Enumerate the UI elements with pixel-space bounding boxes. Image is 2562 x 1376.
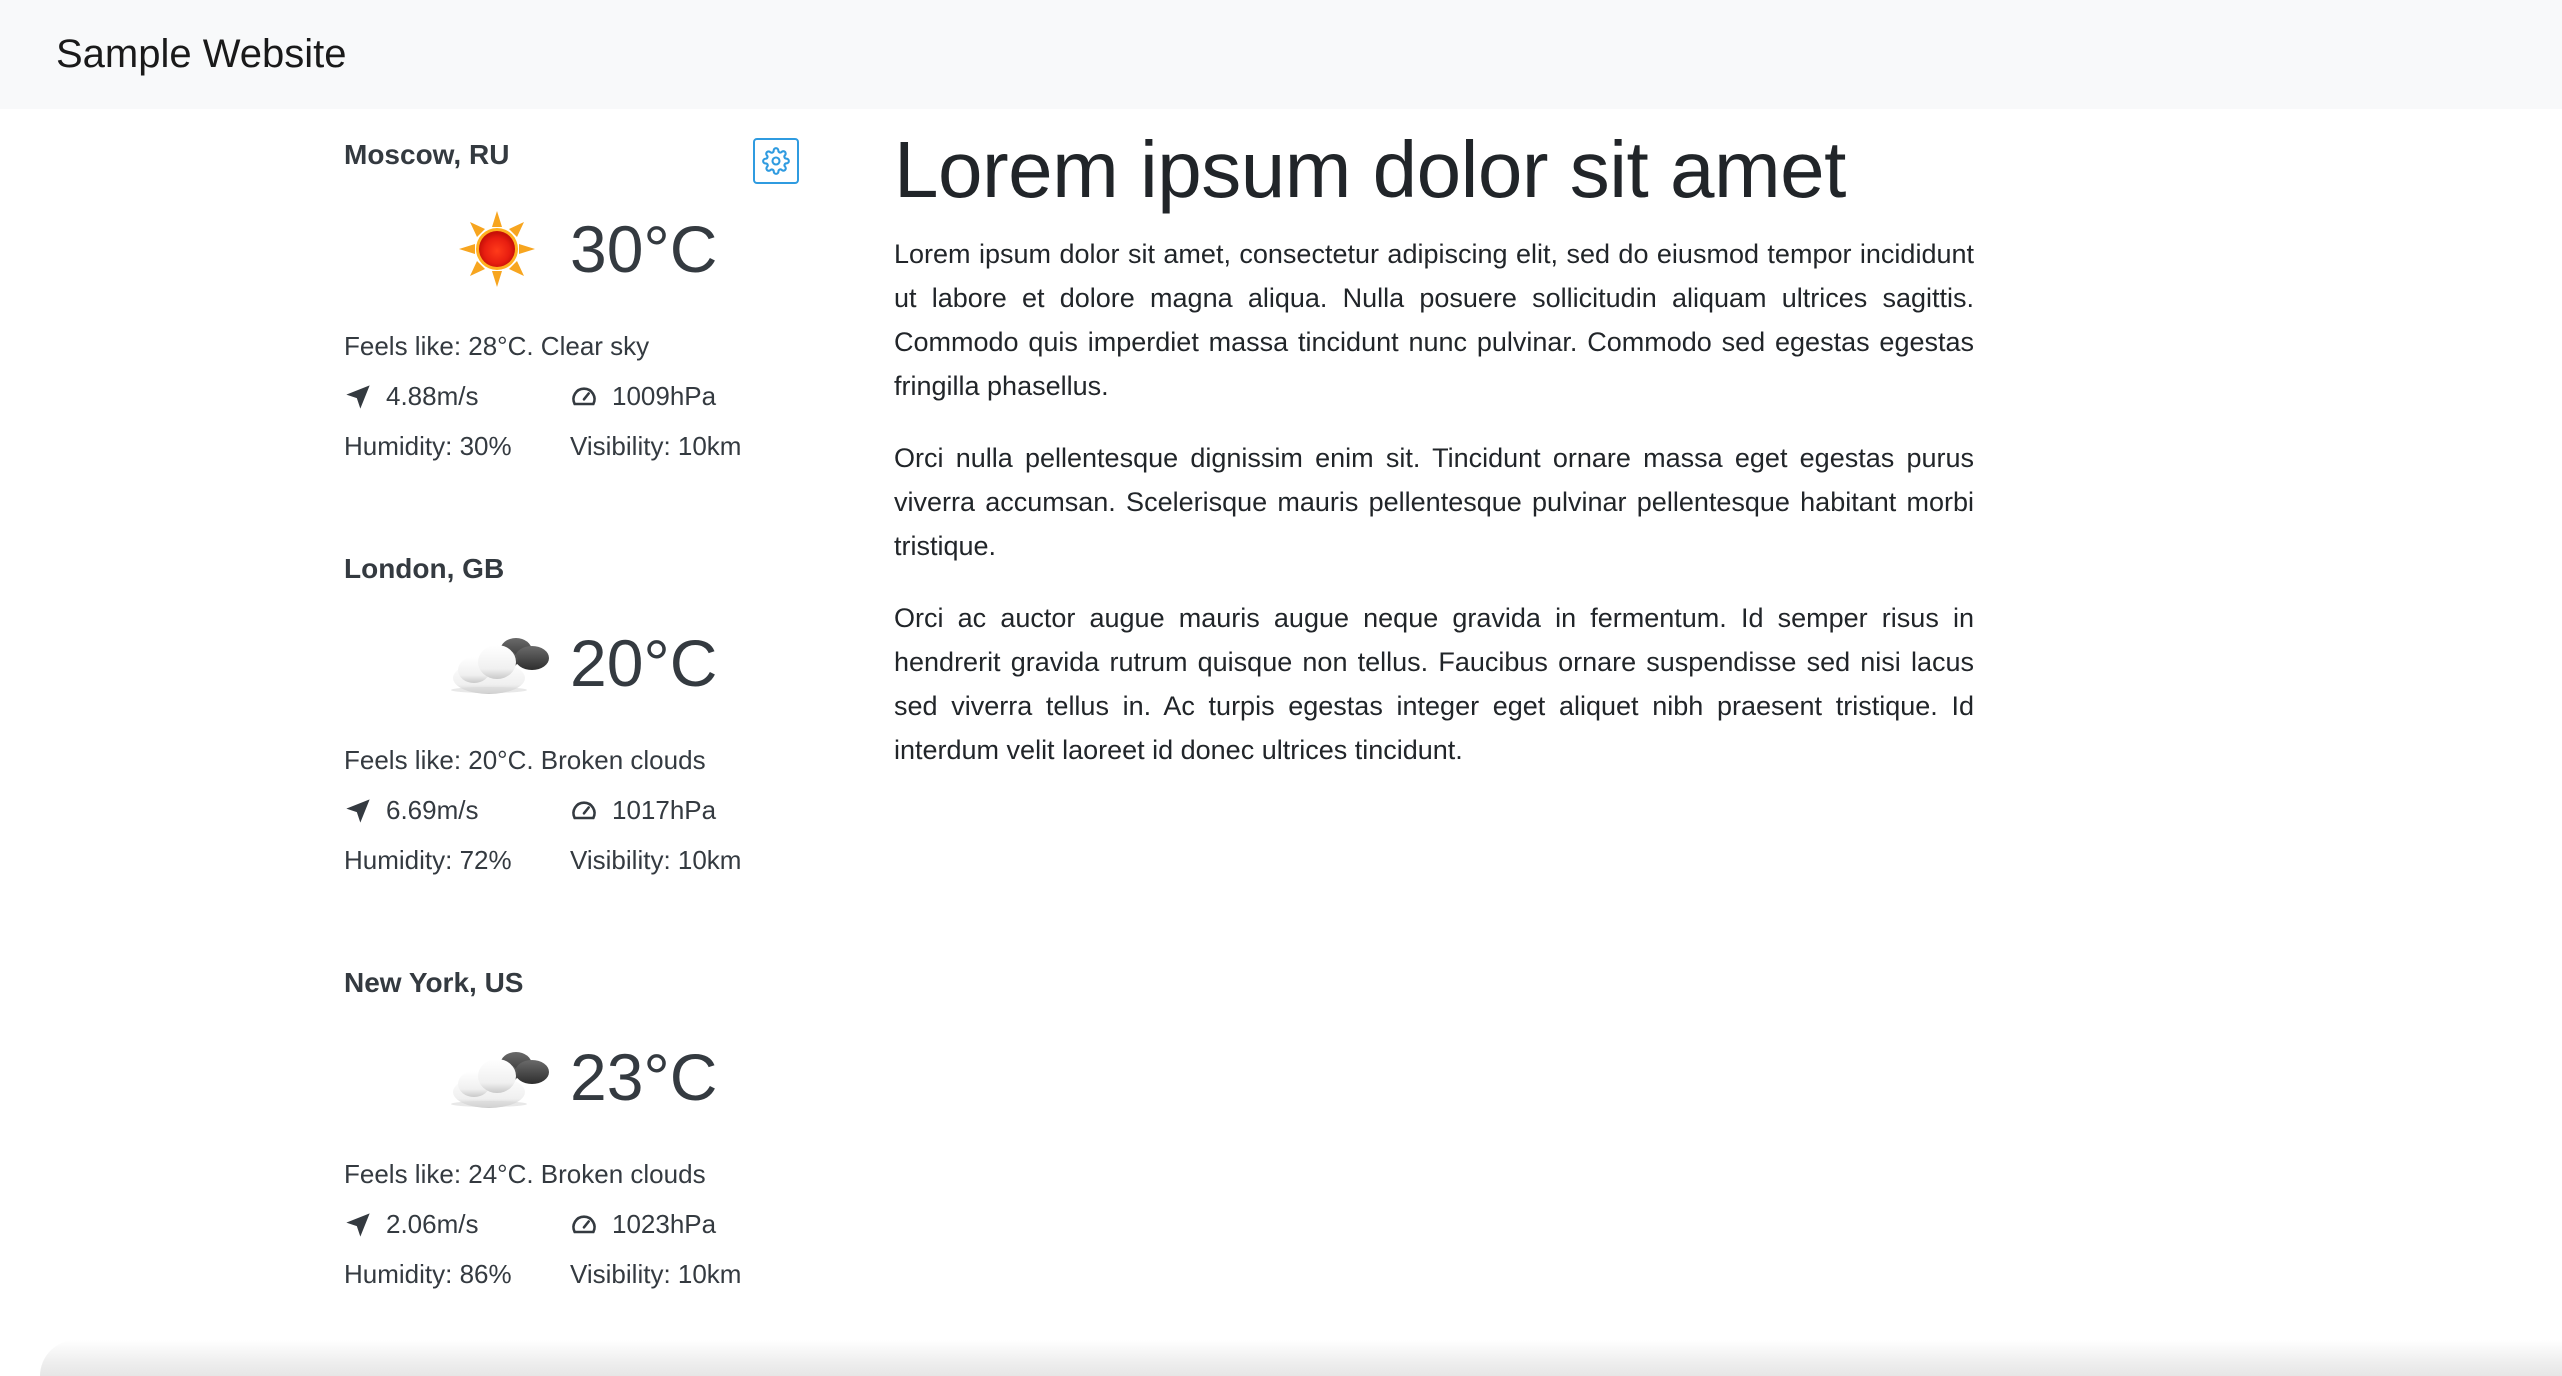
pressure-value: 1009hPa [612,381,717,411]
broken-clouds-icon [451,1052,549,1108]
wind-info: 2.06m/s [344,1209,479,1240]
temperature: 23°C [570,1040,718,1114]
article-paragraph: Lorem ipsum dolor sit amet, consectetur … [894,239,1974,401]
visibility-value: Visibility: 10km [570,845,742,875]
pressure-info: 1017hPa [570,795,716,826]
city-name: London, GB [344,553,505,584]
gauge-icon [572,800,596,819]
feels-like-text: Feels like: 28°C. Clear sky [344,331,650,361]
sun-icon [459,211,535,287]
temperature: 30°C [570,212,718,286]
gauge-icon [572,1214,596,1233]
city-name: New York, US [344,967,524,998]
brand-link[interactable]: Sample Website [56,26,347,82]
humidity-value: Humidity: 72% [344,845,512,875]
broken-clouds-icon [451,638,549,694]
pressure-info: 1023hPa [570,1209,716,1240]
navigation-arrow-icon [346,1212,370,1237]
weather-card: London, GB 20°C Feels like: 20°C. Broken… [344,523,814,903]
wind-speed: 2.06m/s [386,1209,479,1239]
article-paragraph: Orci nulla pellentesque dignissim enim s… [894,443,1974,561]
humidity-value: Humidity: 86% [344,1259,512,1289]
feels-like-text: Feels like: 20°C. Broken clouds [344,745,706,775]
article: Lorem ipsum dolor sit amet Lorem ipsum d… [894,120,1974,800]
navbar: Sample Website [0,0,2562,109]
pressure-value: 1023hPa [612,1209,717,1239]
article-paragraph: Orci ac auctor augue mauris augue neque … [894,603,1974,765]
gear-icon [762,147,790,175]
article-title: Lorem ipsum dolor sit amet [894,125,1846,214]
pressure-info: 1009hPa [570,381,716,412]
wind-info: 6.69m/s [344,795,479,826]
navigation-arrow-icon [346,798,370,823]
gauge-icon [572,386,596,405]
city-name: Moscow, RU [344,139,510,170]
visibility-value: Visibility: 10km [570,1259,742,1289]
wind-speed: 6.69m/s [386,795,479,825]
humidity-value: Humidity: 30% [344,431,512,461]
footer-edge [40,1340,2562,1376]
weather-card: New York, US 23°C Feels like: 24°C. Brok… [344,937,814,1317]
visibility-value: Visibility: 10km [570,431,742,461]
weather-card: Moscow, RU 30°C Feels like: 28°C. Clear … [344,109,814,489]
navigation-arrow-icon [346,384,370,409]
feels-like-text: Feels like: 24°C. Broken clouds [344,1159,706,1189]
wind-info: 4.88m/s [344,381,479,412]
settings-button[interactable] [753,138,799,184]
wind-speed: 4.88m/s [386,381,479,411]
temperature: 20°C [570,626,718,700]
pressure-value: 1017hPa [612,795,717,825]
